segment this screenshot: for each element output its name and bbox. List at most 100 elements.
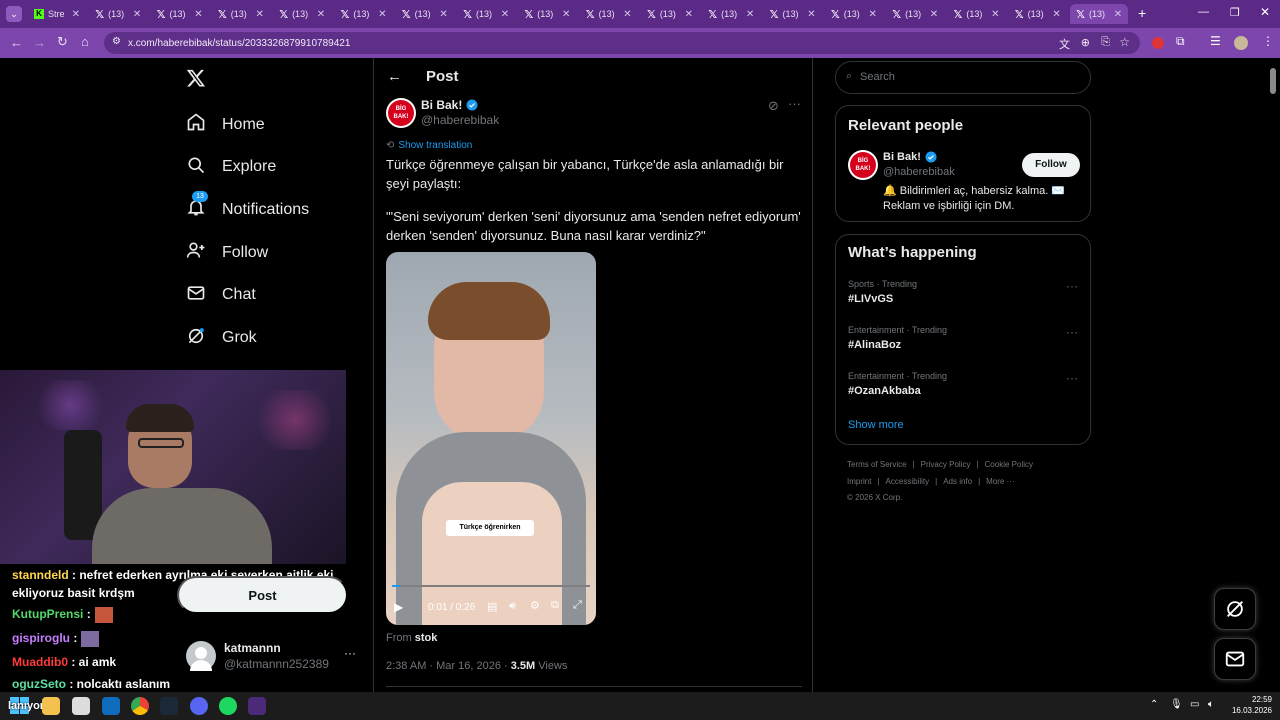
avatar[interactable]: [186, 641, 216, 671]
extensions-puzzle-icon[interactable]: ⧉: [1176, 34, 1185, 49]
browser-tab[interactable]: 𝕏 (13) ✕: [151, 4, 209, 24]
clock[interactable]: 22:59 16.03.2026: [1228, 694, 1272, 716]
steam-icon[interactable]: [160, 697, 178, 715]
show-more-link[interactable]: Show more: [848, 419, 904, 431]
messages-fab[interactable]: [1214, 638, 1256, 680]
trend-more-icon[interactable]: ···: [1066, 371, 1078, 385]
show-translation-link[interactable]: ⟲ Show translation: [386, 140, 472, 151]
file-explorer-icon[interactable]: [42, 697, 60, 715]
close-tab-icon[interactable]: ✕: [439, 9, 447, 20]
browser-tab[interactable]: 𝕏 (13) ✕: [1009, 4, 1067, 24]
close-tab-icon[interactable]: ✕: [746, 9, 754, 20]
outlook-icon[interactable]: [102, 697, 120, 715]
site-info-icon[interactable]: ⚙: [112, 36, 121, 47]
zoom-icon[interactable]: ⊕: [1081, 36, 1090, 49]
trend-item[interactable]: Sports · Trending #LIVvGS ···: [836, 279, 1090, 319]
footer-link[interactable]: Terms of Service: [847, 460, 907, 469]
home-browser-icon[interactable]: ⌂: [81, 34, 89, 49]
url-bar[interactable]: ⚙ x.com/haberebibak/status/2033326879910…: [104, 32, 1140, 54]
sidebar-item-follow[interactable]: Follow: [186, 240, 268, 265]
trend-item[interactable]: Entertainment · Trending #AlinaBoz ···: [836, 325, 1090, 365]
trend-more-icon[interactable]: ···: [1066, 279, 1078, 293]
grok-fab[interactable]: [1214, 588, 1256, 630]
tray-chevron-icon[interactable]: ⌃: [1150, 699, 1158, 710]
close-tab-icon[interactable]: ✕: [562, 9, 570, 20]
browser-tab[interactable]: 𝕏 (13) ✕: [89, 4, 147, 24]
chrome-icon[interactable]: [131, 697, 149, 715]
post-video[interactable]: Türkçe öğrenirken ▶ 0:01 / 0:26 ▤ 🔊︎ ⚙ ⧉…: [386, 252, 596, 625]
pip-icon[interactable]: ⧉: [551, 599, 559, 612]
close-tab-icon[interactable]: ✕: [1052, 9, 1060, 20]
volume-icon[interactable]: 🔈︎: [1208, 699, 1214, 710]
browser-tab[interactable]: K Stre ✕: [28, 4, 86, 24]
person-name[interactable]: Bi Bak!: [883, 151, 921, 163]
close-tab-icon[interactable]: ✕: [194, 9, 202, 20]
sidebar-item-notifications[interactable]: 13 Notifications: [186, 191, 309, 222]
close-tab-icon[interactable]: ✕: [256, 9, 264, 20]
captions-icon[interactable]: ▤: [487, 600, 497, 613]
browser-tab[interactable]: 𝕏 (13) ✕: [886, 4, 944, 24]
post-button[interactable]: Post: [177, 576, 348, 614]
sidebar-item-chat[interactable]: Chat: [186, 283, 256, 308]
trend-item[interactable]: Entertainment · Trending #OzanAkbaba ···: [836, 371, 1090, 411]
account-more-icon[interactable]: ···: [344, 646, 356, 660]
author-handle[interactable]: @haberebibak: [421, 113, 499, 127]
footer-link[interactable]: Cookie Policy: [985, 460, 1033, 469]
follow-button[interactable]: Follow: [1022, 153, 1080, 177]
fullscreen-icon[interactable]: ⤢: [573, 599, 582, 612]
footer-link[interactable]: Imprint: [847, 477, 871, 486]
close-tab-icon[interactable]: ✕: [991, 9, 999, 20]
browser-tab[interactable]: 𝕏 (13) ✕: [396, 4, 454, 24]
tab-search-button[interactable]: ⌄: [6, 6, 22, 22]
author-name[interactable]: Bi Bak!: [421, 98, 462, 112]
spotify-icon[interactable]: [219, 697, 237, 715]
browser-tab[interactable]: 𝕏 (13) ✕: [518, 4, 576, 24]
close-tab-icon[interactable]: ✕: [72, 9, 80, 20]
post-more-icon[interactable]: ···: [788, 96, 801, 111]
maximize-button[interactable]: ❐: [1230, 6, 1240, 19]
close-tab-icon[interactable]: ✕: [807, 9, 815, 20]
footer-link[interactable]: More ···: [986, 477, 1014, 486]
close-tab-icon[interactable]: ✕: [1114, 9, 1122, 20]
close-tab-icon[interactable]: ✕: [623, 9, 631, 20]
video-progress-track[interactable]: [392, 585, 590, 587]
extension-icon[interactable]: [1152, 37, 1164, 49]
page-scrollbar-thumb[interactable]: [1270, 68, 1276, 94]
search-box[interactable]: ⌕ Search: [835, 61, 1091, 94]
sidebar-item-home[interactable]: Home: [186, 112, 265, 137]
bookmark-star-icon[interactable]: ☆: [1119, 35, 1130, 49]
forward-icon[interactable]: →: [33, 35, 46, 50]
browser-tab[interactable]: 𝕏 (13) ✕: [702, 4, 760, 24]
browser-tab[interactable]: 𝕏 (13) ✕: [948, 4, 1006, 24]
sidebar-item-grok[interactable]: Grok: [186, 326, 257, 351]
close-tab-icon[interactable]: ✕: [317, 9, 325, 20]
browser-tab[interactable]: 𝕏 (13) ✕: [273, 4, 331, 24]
back-arrow-icon[interactable]: ←: [387, 68, 402, 85]
discord-icon[interactable]: [190, 697, 208, 715]
network-icon[interactable]: ▭: [1190, 699, 1199, 710]
close-tab-icon[interactable]: ✕: [501, 9, 509, 20]
menu-icon[interactable]: ⋮: [1262, 34, 1274, 48]
from-source-link[interactable]: stok: [415, 632, 438, 644]
new-tab-button[interactable]: +: [1138, 5, 1146, 21]
translate-icon[interactable]: 文: [1059, 36, 1070, 52]
minimize-button[interactable]: —: [1198, 6, 1209, 18]
browser-tab[interactable]: 𝕏 (13) ✕: [825, 4, 883, 24]
browser-tab[interactable]: 𝕏 (13) ✕: [764, 4, 822, 24]
volume-icon[interactable]: 🔊︎: [509, 600, 516, 613]
close-tab-icon[interactable]: ✕: [685, 9, 693, 20]
browser-tab[interactable]: 𝕏 (13) ✕: [1070, 4, 1129, 24]
close-tab-icon[interactable]: ✕: [378, 9, 386, 20]
close-tab-icon[interactable]: ✕: [869, 9, 877, 20]
vpn-icon[interactable]: [248, 697, 266, 715]
post-timestamp[interactable]: 2:38 AM · Mar 16, 2026 ·: [386, 660, 508, 672]
microphone-icon[interactable]: 🎙︎: [1170, 699, 1183, 710]
close-window-button[interactable]: ✕: [1260, 5, 1270, 19]
back-icon[interactable]: ←: [10, 35, 23, 50]
footer-link[interactable]: Accessibility: [886, 477, 930, 486]
profile-avatar[interactable]: [1234, 36, 1248, 50]
install-icon[interactable]: ⎘: [1101, 36, 1110, 49]
close-tab-icon[interactable]: ✕: [133, 9, 141, 20]
reload-icon[interactable]: ↻: [57, 34, 68, 50]
browser-tab[interactable]: 𝕏 (13) ✕: [212, 4, 270, 24]
